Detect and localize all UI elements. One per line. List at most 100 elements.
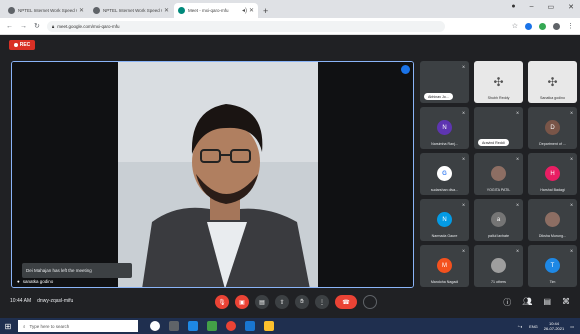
participant-tile[interactable]: ⨯ Diksha Murung... (528, 199, 577, 241)
rec-label: REC (19, 42, 31, 48)
cortana-icon[interactable] (150, 321, 160, 331)
mic-muted-icon: ⨯ (515, 248, 520, 253)
notification-icon[interactable]: ▭ (570, 324, 574, 329)
participant-name-pill: Aravind Reddi (478, 139, 509, 146)
participant-tile[interactable]: ⨯ M Mandoha Nagadi (420, 245, 469, 287)
mic-muted-icon: ⨯ (569, 156, 574, 161)
pin-icon[interactable] (401, 65, 410, 74)
minimize-icon[interactable]: – (530, 3, 534, 11)
mic-muted-icon: ⨯ (461, 64, 466, 69)
sound-icon: ◂) (241, 8, 247, 14)
meet-bottom-bar: 10:44 AM dnwy-zqasl-mifu 🎙︎ ▣ ▤ ⇧ ✋︎ ⋮ ☎… (0, 288, 580, 318)
recording-badge: REC (9, 40, 35, 50)
participant-tile[interactable]: ⨯ a pallul lavhate (474, 199, 523, 241)
back-icon[interactable]: ← (6, 23, 13, 30)
word-icon[interactable] (245, 321, 255, 331)
browser-tab-3[interactable]: Meet - mxi-qaro-mfu ◂) ✕ (174, 3, 258, 18)
end-call-button[interactable]: ☎︎ (335, 295, 357, 309)
participant-tile[interactable]: ⨯ ✣ Shubh Reddy (474, 61, 523, 103)
extension-icon[interactable] (539, 22, 546, 30)
mic-muted-icon: ⨯ (461, 202, 466, 207)
info-icon[interactable]: ⓘ (503, 297, 511, 308)
extensions: ☆ ⋮ (512, 22, 574, 30)
participant-tile[interactable]: ⨯ Gsudarshan diva... (420, 153, 469, 195)
activities-icon[interactable]: ⌘ (562, 297, 570, 308)
captions-button[interactable]: ▤ (255, 295, 269, 309)
tab-label: Meet - mxi-qaro-mfu (188, 8, 229, 13)
mic-muted-icon: ⨯ (461, 110, 466, 115)
participant-tile[interactable]: ⨯ Aravind Reddi (474, 107, 523, 149)
participant-name: Diksha Murung... (538, 234, 567, 238)
main-speaker-video[interactable]: Dei Mahajan has left the meeting ● sanat… (11, 61, 414, 288)
close-icon[interactable]: ✕ (79, 7, 84, 14)
participant-tile[interactable]: ⨯ 71 others (474, 245, 523, 287)
participant-tile[interactable]: ⨯ D Department of ... (528, 107, 577, 149)
mic-muted-icon: ⨯ (461, 248, 466, 253)
browser-tab-1[interactable]: NPTEL Internet Work Speed Cl... ✕ (4, 3, 88, 18)
camera-off-button[interactable]: ▣ (235, 295, 249, 309)
participant-avatar: a (491, 212, 506, 227)
search-placeholder: Type here to search (29, 323, 70, 329)
tray-icons[interactable]: ^ 🔈︎ (518, 324, 523, 329)
activities-button[interactable] (363, 295, 377, 309)
participant-name: Shubh Reddy (487, 96, 510, 100)
browser-tab-2[interactable]: NPTEL Internet Work Speed Cl... ✕ (89, 3, 173, 18)
chrome-icon[interactable] (226, 321, 236, 331)
close-window-icon[interactable]: ✕ (568, 3, 574, 11)
participant-photo-avatar (491, 166, 506, 181)
language-indicator[interactable]: ENG (529, 324, 538, 329)
search-icon: ⌕ (23, 323, 26, 329)
profile-icon[interactable]: ● (511, 3, 515, 11)
participant-tile[interactable]: ⨯ YOGITA PATIL (474, 153, 523, 195)
file-explorer-icon[interactable] (264, 321, 274, 331)
browser-tab-strip: NPTEL Internet Work Speed Cl... ✕ NPTEL … (0, 0, 580, 18)
address-bar: ← → ↻ 🔒︎ meet.google.com/mxi-qaro-mfu ☆ … (0, 18, 580, 35)
excel-icon[interactable] (207, 321, 217, 331)
taskbar-clock[interactable]: 10:44 26-07-2021 (544, 321, 564, 331)
ceiling-fan-video-icon: ✣ (493, 74, 504, 89)
chat-icon[interactable]: ▤ (543, 297, 551, 308)
people-icon[interactable]: 👥︎ (522, 297, 532, 308)
mic-muted-icon: ⨯ (569, 64, 574, 69)
profile-avatar[interactable] (553, 22, 560, 30)
participant-left-toast: Dei Mahajan has left the meeting (22, 263, 132, 278)
menu-icon[interactable]: ⋮ (567, 22, 574, 30)
participant-tile[interactable]: ⨯ ✣ Sanatka godino (528, 61, 577, 103)
participant-name: Narsimha Ranj... (431, 142, 458, 146)
participant-tile[interactable]: ⨯ T Tim (528, 245, 577, 287)
present-button[interactable]: ⇧ (275, 295, 289, 309)
extension-icon[interactable] (525, 22, 532, 30)
participant-tile[interactable]: ⨯ N Narsimha Ranj... (420, 107, 469, 149)
participant-tile[interactable]: ⨯ H Harshal Badagi (528, 153, 577, 195)
windows-start-icon[interactable]: ⊞ (0, 318, 16, 334)
star-icon[interactable]: ☆ (512, 22, 518, 30)
close-icon[interactable]: ✕ (164, 7, 169, 14)
url-field[interactable]: 🔒︎ meet.google.com/mxi-qaro-mfu (46, 20, 445, 32)
speaker-name: sanatka godino (22, 279, 54, 284)
url-text: meet.google.com/mxi-qaro-mfu (57, 23, 120, 29)
forward-icon[interactable]: → (20, 23, 27, 30)
participant-tile[interactable]: ⨯ Abhinav Jo... (420, 61, 469, 103)
task-view-icon[interactable] (169, 321, 179, 331)
new-tab-button[interactable]: + (263, 6, 268, 16)
maximize-icon[interactable]: ▭ (548, 3, 555, 11)
close-icon[interactable]: ✕ (249, 7, 254, 14)
meet-favicon-icon (178, 7, 185, 14)
record-dot-icon (13, 43, 18, 47)
mic-off-button[interactable]: 🎙︎ (215, 295, 229, 309)
participant-tile[interactable]: ⨯ N Narmada Gaure (420, 199, 469, 241)
participant-avatar: N (437, 212, 452, 227)
participant-name-pill: Abhinav Jo... (424, 93, 453, 100)
side-panel-controls: ⓘ 👥︎ ▤ ⌘ (503, 297, 570, 308)
reload-icon[interactable]: ↻ (34, 22, 40, 30)
more-options-button[interactable]: ⋮ (315, 295, 329, 309)
edge-icon[interactable] (188, 321, 198, 331)
participant-name: sudarshan diva... (430, 188, 459, 192)
speaker-name-label: ● sanatka godino (17, 279, 53, 284)
participant-name: pallul lavhate (488, 234, 509, 238)
raise-hand-button[interactable]: ✋︎ (295, 295, 309, 309)
mic-muted-icon: ⨯ (515, 156, 520, 161)
taskbar-search[interactable]: ⌕ Type here to search (18, 320, 138, 332)
mic-muted-icon: ⨯ (461, 156, 466, 161)
participant-avatar: N (437, 120, 452, 135)
